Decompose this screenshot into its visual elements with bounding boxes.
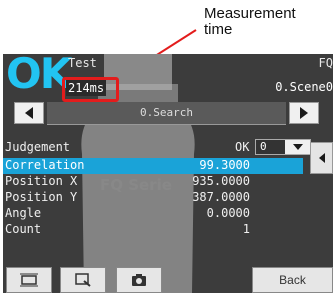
- result-row-correlation[interactable]: Correlation 99.3000: [3, 158, 303, 174]
- next-item-button[interactable]: [289, 102, 319, 124]
- row-value: 935.0000: [192, 174, 250, 188]
- row-label: Position X: [5, 174, 78, 188]
- result-row-angle[interactable]: Angle 0.0000: [3, 206, 303, 222]
- judgement-ok-indicator: OK: [6, 54, 72, 98]
- device-label: FQ: [318, 56, 333, 70]
- row-value: 99.3000: [199, 158, 250, 172]
- measurement-time-highlight: [62, 77, 119, 102]
- result-row-count[interactable]: Count 1: [3, 222, 303, 238]
- arrow-left-icon: [25, 107, 33, 119]
- frame-icon: [20, 273, 38, 287]
- result-row-position-y[interactable]: Position Y 387.0000: [3, 190, 303, 206]
- scene-name[interactable]: 0.Scene0: [275, 80, 333, 94]
- row-label: Count: [5, 222, 42, 236]
- row-label: Angle: [5, 206, 42, 220]
- display-frame-button[interactable]: [6, 267, 52, 293]
- callout-line2: time: [204, 21, 233, 38]
- bottom-toolbar: Back: [3, 267, 333, 293]
- row-value: 1: [242, 222, 250, 236]
- zoom-icon: [75, 273, 91, 287]
- capture-button[interactable]: [116, 267, 162, 293]
- prev-item-button[interactable]: [14, 102, 44, 124]
- row-value: 0.0000: [206, 206, 250, 220]
- result-row-position-x[interactable]: Position X 935.0000: [3, 174, 303, 190]
- device-screen: FQ Serie OK Test FQ 214ms 0.Scene0 0.Sea…: [3, 54, 333, 293]
- camera-icon: [132, 274, 146, 286]
- back-button[interactable]: Back: [252, 267, 333, 293]
- arrow-right-icon: [300, 107, 308, 119]
- row-label: Correlation: [5, 158, 85, 172]
- scene-title: Test: [68, 56, 97, 70]
- row-value: 387.0000: [192, 190, 250, 204]
- row-label: Position Y: [5, 190, 78, 204]
- zoom-button[interactable]: [60, 267, 106, 293]
- callout-line1: Measurement: [204, 5, 296, 22]
- processing-item-selector[interactable]: 0.Search: [47, 102, 286, 125]
- arrow-left-icon: [318, 153, 325, 163]
- side-panel-toggle[interactable]: [310, 142, 333, 174]
- measurement-time-callout: Measurement time: [204, 6, 296, 38]
- results-list: Correlation 99.3000 Position X 935.0000 …: [3, 142, 303, 238]
